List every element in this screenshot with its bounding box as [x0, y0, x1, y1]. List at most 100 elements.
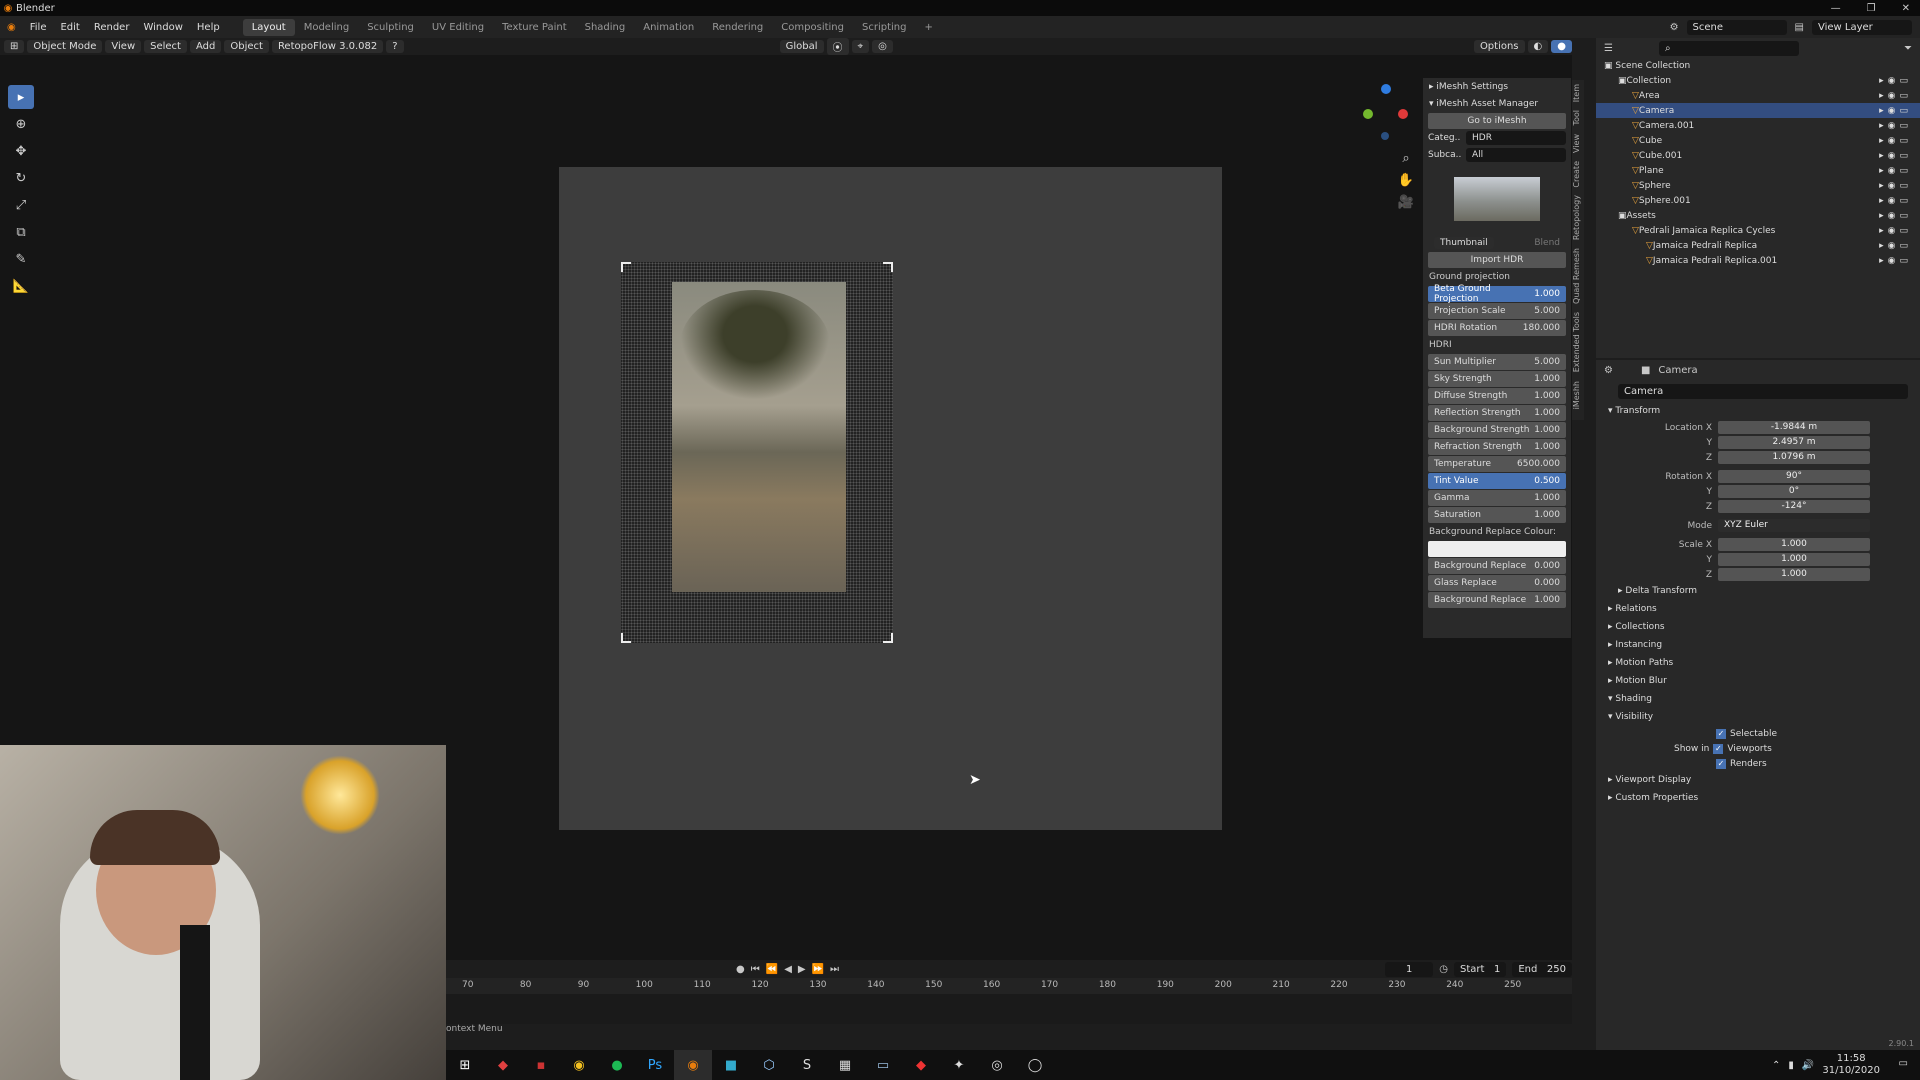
bg-replace-field[interactable]: Background Replace 1.000	[1428, 592, 1566, 608]
editor-type-icon[interactable]: ⊞	[4, 40, 25, 53]
prev-keyframe-icon[interactable]: ⏪	[766, 964, 778, 975]
app-icon[interactable]: ◆	[902, 1050, 940, 1080]
sidebar-tab[interactable]: Extended Tools	[1572, 308, 1581, 376]
workspace-tab-texture-paint[interactable]: Texture Paint	[493, 19, 576, 36]
blender-taskbar-icon[interactable]: ◉	[674, 1050, 712, 1080]
render-border-corner[interactable]	[621, 633, 631, 643]
viewports-row[interactable]: Show in ✓ Viewports	[1596, 741, 1920, 756]
hdri-field[interactable]: Sky Strength 1.000	[1428, 371, 1566, 387]
windows-start-icon[interactable]: ⊞	[446, 1050, 484, 1080]
location-z-field[interactable]: 1.0796 m	[1718, 451, 1870, 464]
hdri-field[interactable]: Reflection Strength 1.000	[1428, 405, 1566, 421]
sidebar-tab[interactable]: Retopology	[1572, 191, 1581, 244]
spotify-icon[interactable]: ●	[598, 1050, 636, 1080]
outliner-row[interactable]: ▽ Sphere ▸◉▭	[1596, 178, 1920, 193]
retopoflow-menu[interactable]: RetopoFlow 3.0.082	[271, 40, 384, 53]
select-menu[interactable]: Select	[144, 40, 187, 53]
viewports-checkbox[interactable]: ✓	[1713, 743, 1724, 754]
network-icon[interactable]: ▮	[1788, 1060, 1794, 1071]
app-icon[interactable]: ◆	[484, 1050, 522, 1080]
transform-section-header[interactable]: ▾ Transform	[1596, 402, 1920, 420]
visibility-toggle-icon[interactable]: ▸◉▭	[1879, 226, 1912, 236]
transform-orientation[interactable]: Global	[779, 40, 824, 53]
frame-ruler[interactable]: 70 80 90 100 110 120 130 140 150 160 170 180 190 200 2…	[446, 978, 1572, 994]
thumbnail-tab[interactable]: Thumbnail	[1434, 237, 1494, 249]
start-frame-field[interactable]: Start 1	[1453, 961, 1507, 977]
volume-icon[interactable]: 🔊	[1802, 1060, 1814, 1071]
proportional-edit-icon[interactable]: ◎	[872, 40, 893, 53]
chrome-icon[interactable]: ◉	[560, 1050, 598, 1080]
snap-icon[interactable]: ⌖	[851, 40, 870, 53]
renders-row[interactable]: ✓ Renders	[1596, 756, 1920, 771]
outliner-row[interactable]: ▽ Camera.001 ▸◉▭	[1596, 118, 1920, 133]
section-header[interactable]: ▸ Motion Paths	[1596, 654, 1920, 672]
jump-end-icon[interactable]: ⏭	[830, 964, 839, 975]
view-menu[interactable]: View	[105, 40, 142, 53]
rotation-mode-dropdown[interactable]: XYZ Euler	[1718, 519, 1870, 532]
scale-tool-icon[interactable]: ⤢	[8, 193, 34, 217]
hdri-field[interactable]: Refraction Strength 1.000	[1428, 439, 1566, 455]
ground-projection-field[interactable]: Beta Ground Projection 1.000	[1428, 284, 1566, 304]
app-icon[interactable]: ▭	[864, 1050, 902, 1080]
ground-projection-field[interactable]: Projection Scale 5.000	[1428, 303, 1566, 319]
jump-start-icon[interactable]: ⏮	[751, 964, 760, 975]
mode-selector[interactable]: Object Mode	[27, 40, 103, 53]
overlays-icon[interactable]: ◐	[1527, 40, 1549, 53]
import-hdr-button[interactable]: Import HDR	[1428, 252, 1566, 268]
section-header[interactable]: ▾ Shading	[1596, 690, 1920, 708]
app-icon[interactable]: ⬡	[750, 1050, 788, 1080]
scene-selector[interactable]: Scene	[1686, 19, 1787, 35]
scene-collection-row[interactable]: ▣ Scene Collection	[1596, 58, 1920, 73]
imesh-settings-header[interactable]: ▸ iMeshh Settings	[1423, 78, 1571, 95]
workspace-tab-compositing[interactable]: Compositing	[772, 19, 853, 36]
imesh-asset-manager-header[interactable]: ▾ iMeshh Asset Manager	[1423, 95, 1571, 112]
add-workspace-icon[interactable]: +	[915, 19, 941, 36]
next-keyframe-icon[interactable]: ⏩	[812, 964, 824, 975]
hdri-field[interactable]: Gamma 1.000	[1428, 490, 1566, 506]
bg-replace-colour-swatch[interactable]	[1428, 541, 1566, 557]
section-header[interactable]: ▸ Collections	[1596, 618, 1920, 636]
cursor-tool-icon[interactable]: ⊕	[8, 112, 34, 136]
outliner-row[interactable]: ▽ Plane ▸◉▭	[1596, 163, 1920, 178]
hdri-field[interactable]: Background Strength 1.000	[1428, 422, 1566, 438]
section-header[interactable]: ▸ Relations	[1596, 600, 1920, 618]
object-menu[interactable]: Object	[224, 40, 269, 53]
navigation-gizmo[interactable]	[1360, 80, 1410, 140]
scale-y-field[interactable]: 1.000	[1718, 553, 1870, 566]
bg-replace-field[interactable]: Glass Replace 0.000	[1428, 575, 1566, 591]
renders-checkbox[interactable]: ✓	[1716, 758, 1726, 769]
section-header[interactable]: ▸ Viewport Display	[1596, 771, 1920, 789]
photoshop-icon[interactable]: Ps	[636, 1050, 674, 1080]
maximize-icon[interactable]: ❐	[1867, 3, 1876, 14]
play-icon[interactable]: ▶	[798, 964, 806, 975]
workspace-tab-animation[interactable]: Animation	[634, 19, 703, 36]
rotate-tool-icon[interactable]: ↻	[8, 166, 34, 190]
visibility-toggle-icon[interactable]: ▸◉▭	[1879, 241, 1912, 251]
delta-transform-header[interactable]: ▸ Delta Transform	[1596, 582, 1920, 600]
shading-rendered-icon[interactable]: ●	[1551, 40, 1572, 53]
visibility-toggle-icon[interactable]: ▸◉▭	[1879, 136, 1912, 146]
steam-icon[interactable]: S	[788, 1050, 826, 1080]
record-icon[interactable]: ●	[736, 964, 745, 975]
section-header[interactable]: ▸ Custom Properties	[1596, 789, 1920, 807]
app-icon[interactable]: ◯	[1016, 1050, 1054, 1080]
hdri-field[interactable]: Diffuse Strength 1.000	[1428, 388, 1566, 404]
sidebar-tab[interactable]: Create	[1572, 157, 1581, 192]
outliner-search-input[interactable]: ⌕	[1658, 40, 1799, 56]
outliner-row[interactable]: ▣ Collection ▸◉▭	[1596, 73, 1920, 88]
neg-z-axis-icon[interactable]	[1381, 132, 1389, 140]
visibility-toggle-icon[interactable]: ▸◉▭	[1879, 151, 1912, 161]
menu-window[interactable]: Window	[136, 22, 189, 33]
menu-edit[interactable]: Edit	[53, 22, 86, 33]
add-menu[interactable]: Add	[189, 40, 222, 53]
blend-tab[interactable]: Blend	[1534, 238, 1560, 248]
tray-chevron-icon[interactable]: ⌃	[1772, 1060, 1780, 1071]
sidebar-tab[interactable]: Quad Remesh	[1572, 244, 1581, 308]
keyframe-area[interactable]	[446, 994, 1572, 1024]
visibility-toggle-icon[interactable]: ▸◉▭	[1879, 91, 1912, 101]
menu-file[interactable]: File	[23, 22, 54, 33]
outliner-row[interactable]: ▽ Cube ▸◉▭	[1596, 133, 1920, 148]
hdr-thumbnail[interactable]	[1423, 164, 1571, 234]
render-border-corner[interactable]	[883, 633, 893, 643]
workspace-tab-shading[interactable]: Shading	[576, 19, 635, 36]
